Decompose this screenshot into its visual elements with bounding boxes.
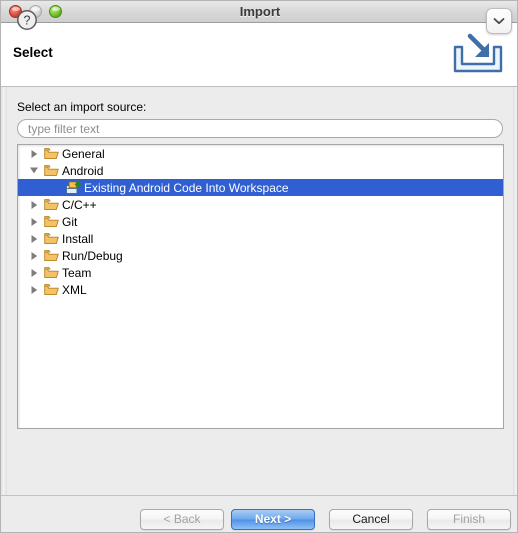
folder-icon	[42, 164, 60, 177]
tree-item-xml[interactable]: XML	[18, 281, 503, 298]
import-source-tree[interactable]: General Android Existing Android Code Into…	[17, 144, 504, 429]
triangle-right-icon[interactable]	[26, 200, 42, 210]
folder-icon	[42, 266, 60, 279]
import-code-plus-icon	[64, 180, 82, 195]
tree-item-label: XML	[62, 282, 87, 297]
folder-icon	[42, 283, 60, 296]
wizard-header: Select	[1, 8, 517, 87]
triangle-right-icon[interactable]	[26, 217, 42, 227]
tree-item-label: Team	[62, 265, 92, 280]
folder-icon	[42, 232, 60, 245]
triangle-right-icon[interactable]	[26, 234, 42, 244]
tree-item-git[interactable]: Git	[18, 213, 503, 230]
folder-icon	[42, 215, 60, 228]
tree-item-label: C/C++	[62, 197, 97, 212]
tree-item-label: Run/Debug	[62, 248, 123, 263]
tree-item-team[interactable]: Team	[18, 264, 503, 281]
window-title: Import	[239, 4, 281, 19]
body-frame-right	[513, 87, 517, 495]
tree-item-label: Git	[62, 214, 78, 229]
tree-item-label: General	[62, 146, 105, 161]
back-button[interactable]: < Back	[140, 509, 224, 530]
triangle-right-icon[interactable]	[26, 251, 42, 261]
tree-item-android[interactable]: Android	[18, 162, 503, 179]
tree-item-label: Existing Android Code Into Workspace	[84, 180, 289, 195]
next-button[interactable]: Next >	[231, 509, 315, 530]
tree-item-label: Install	[62, 231, 94, 246]
import-wizard-window: Import Select Select an import source: t…	[0, 0, 518, 533]
tree-item-c-c[interactable]: C/C++	[18, 196, 503, 213]
tree-item-install[interactable]: Install	[18, 230, 503, 247]
tree-item-existing-android-code-into-workspace[interactable]: Existing Android Code Into Workspace	[18, 179, 503, 196]
wizard-body: Select an import source: General Android E…	[1, 87, 517, 495]
body-frame-left	[1, 87, 7, 495]
question-mark-circle-icon: ?	[16, 10, 38, 35]
cancel-button[interactable]: Cancel	[329, 509, 413, 530]
triangle-right-icon[interactable]	[26, 285, 42, 295]
triangle-right-icon[interactable]	[26, 268, 42, 278]
tree-item-run-debug[interactable]: Run/Debug	[18, 247, 503, 264]
import-arrow-into-tray-icon	[449, 31, 507, 79]
folder-icon	[42, 198, 60, 211]
triangle-down-icon[interactable]	[26, 166, 42, 175]
triangle-right-icon[interactable]	[26, 149, 42, 159]
finish-button[interactable]: Finish	[427, 509, 511, 530]
window-titlebar: Import	[1, 1, 517, 23]
folder-icon	[42, 249, 60, 262]
import-source-label: Select an import source:	[17, 100, 147, 114]
filter-input[interactable]	[17, 119, 503, 138]
tree-item-label: Android	[62, 163, 104, 178]
help-button[interactable]: ?	[16, 9, 38, 31]
tree-item-general[interactable]: General	[18, 145, 503, 162]
page-title: Select	[13, 45, 53, 60]
folder-icon	[42, 147, 60, 160]
chevron-down-icon	[493, 12, 505, 30]
svg-text:?: ?	[24, 14, 31, 28]
